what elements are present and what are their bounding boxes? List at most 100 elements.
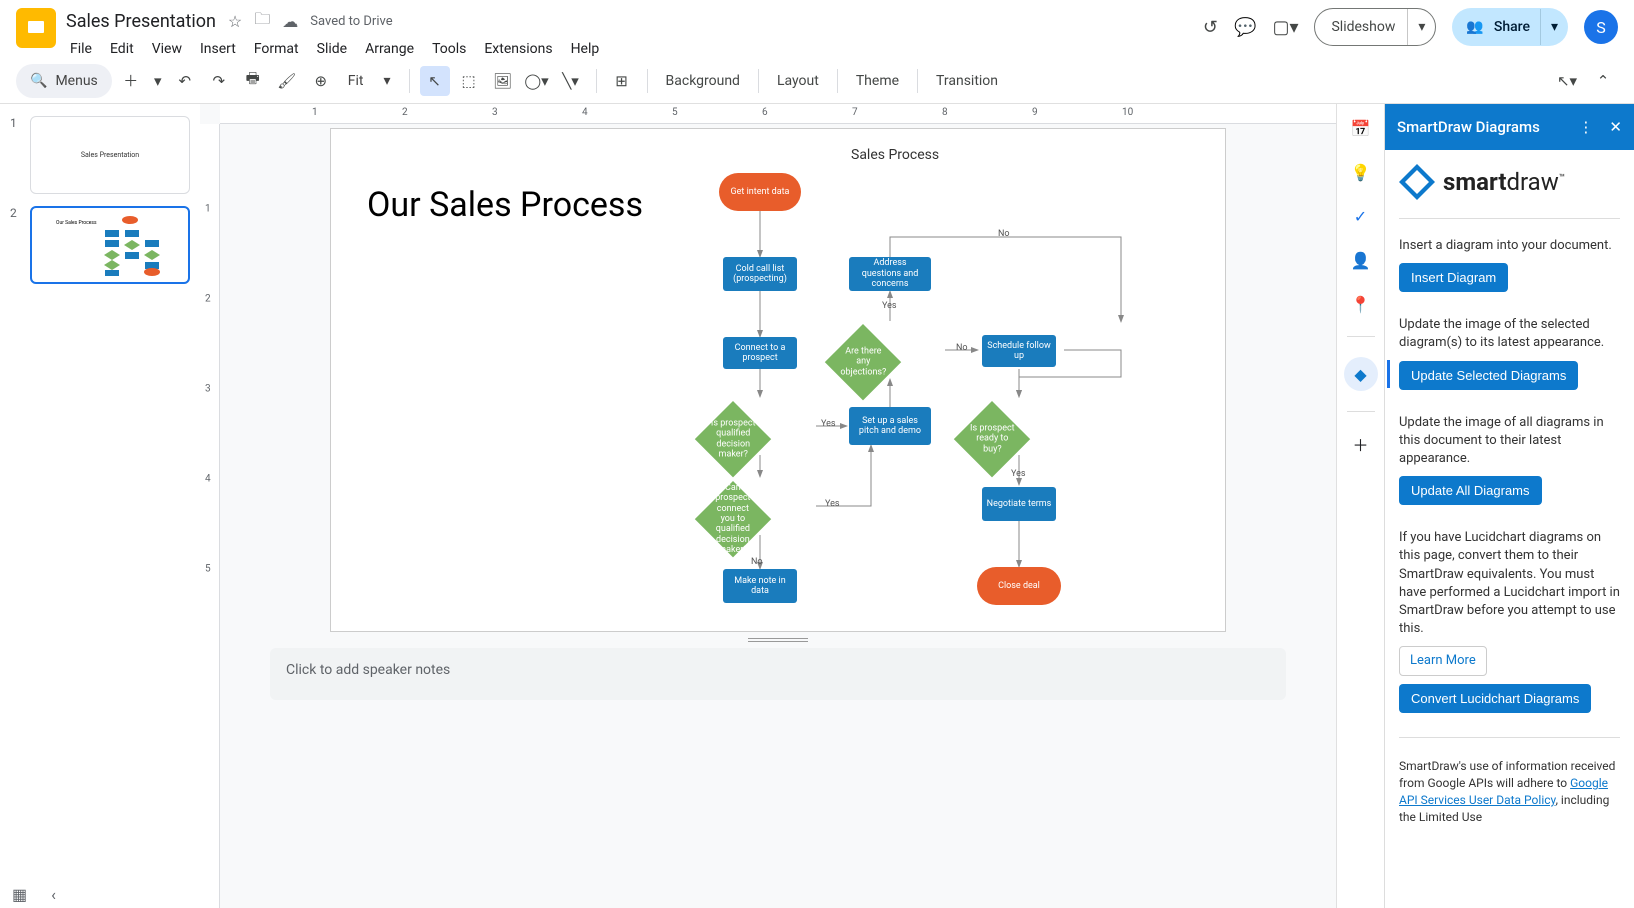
addon-close-icon[interactable]: ✕ [1609,118,1622,136]
smartdraw-addon-icon[interactable]: ◆ [1344,357,1378,391]
calendar-icon[interactable]: 📅 [1349,116,1373,140]
app-logo[interactable] [16,8,56,48]
shape-label: Is prospect qualified decision maker? [710,418,756,459]
tasks-icon[interactable]: ✓ [1349,204,1373,228]
shape-label: Get intent data [731,187,790,197]
ruler-tick: 9 [1032,107,1038,118]
menu-help[interactable]: Help [571,41,600,57]
slide-canvas[interactable]: Our Sales Process Sales Process [330,128,1226,632]
image-tool[interactable]: 🖼 [488,66,518,96]
slide-thumbnail: Our Sales Process [30,206,190,284]
menu-edit[interactable]: Edit [110,41,134,57]
shape-negotiate: Negotiate terms [982,487,1056,521]
move-icon[interactable]: 🗀 [254,8,270,35]
slide-heading[interactable]: Our Sales Process [367,185,643,225]
addon-footnote: SmartDraw's use of information received … [1399,758,1620,825]
paint-format-button[interactable]: 🖌 [272,66,302,96]
comment-add-icon[interactable]: ⊞ [607,66,637,96]
search-icon: 🔍 [30,73,47,89]
print-button[interactable]: 🖶 [238,66,268,96]
logo-rest: draw [1506,168,1558,196]
account-avatar[interactable]: S [1584,10,1618,44]
update-selected-button[interactable]: Update Selected Diagrams [1399,361,1578,390]
menu-insert[interactable]: Insert [200,41,236,57]
menus-search-label: Menus [55,73,97,89]
addon-section-update-selected: Update the image of the selected diagram… [1399,316,1620,389]
collapse-icon[interactable]: ‹ [51,885,56,904]
ruler-tick: 5 [672,107,678,118]
learn-more-link[interactable]: Learn More [1399,646,1487,676]
shape-close-deal: Close deal [977,567,1061,605]
shape-follow-up: Schedule follow up [982,335,1056,367]
addon-section-convert: If you have Lucidchart diagrams on this … [1399,529,1620,713]
label-no: No [751,557,763,567]
ruler-tick: 4 [582,107,588,118]
pointer-mode-icon[interactable]: ↖▾ [1552,66,1582,96]
grid-view-icon[interactable]: ▦ [12,885,27,904]
notes-resize-handle[interactable] [748,638,808,642]
addon-menu-icon[interactable]: ⋮ [1578,118,1593,136]
transition-button[interactable]: Transition [928,73,1006,89]
menu-tools[interactable]: Tools [432,41,466,57]
select-tool[interactable]: ↖ [420,66,450,96]
update-all-button[interactable]: Update All Diagrams [1399,476,1542,505]
menus-search[interactable]: 🔍 Menus [16,64,112,98]
menu-extensions[interactable]: Extensions [484,41,552,57]
share-dropdown-icon[interactable]: ▾ [1540,9,1568,45]
redo-button[interactable]: ↷ [204,66,234,96]
shape-label: Cold call list (prospecting) [727,264,793,285]
separator [409,69,410,93]
ruler-tick: 10 [1122,107,1133,118]
menu-format[interactable]: Format [254,41,299,57]
shape-ready-to-buy: Is prospect ready to buy? [954,401,1030,477]
convert-lucidchart-button[interactable]: Convert Lucidchart Diagrams [1399,684,1591,713]
shape-label: Close deal [998,581,1040,591]
line-tool[interactable]: ╲▾ [556,66,586,96]
maps-icon[interactable]: 📍 [1349,292,1373,316]
save-status[interactable]: Saved to Drive [310,14,392,29]
new-slide-dropdown-icon[interactable]: ▾ [150,66,166,96]
history-icon[interactable]: ↺ [1203,17,1218,38]
shape-make-note: Make note in data [723,569,797,603]
slideshow-button[interactable]: Slideshow ▾ [1314,8,1436,46]
slides-icon [23,11,49,45]
smartdraw-logo: smartdraw™ [1399,164,1620,200]
new-slide-button[interactable]: ＋ [116,66,146,96]
menu-view[interactable]: View [152,41,182,57]
keep-icon[interactable]: 💡 [1349,160,1373,184]
insert-diagram-button[interactable]: Insert Diagram [1399,263,1508,292]
title-block: Sales Presentation ☆ 🗀 ☁ Saved to Drive … [66,8,1203,57]
canvas-area[interactable]: Our Sales Process Sales Process [200,124,1336,908]
shape-tool[interactable]: ◯▾ [522,66,552,96]
zoom-tool-icon[interactable]: ⊕ [306,66,336,96]
zoom-select[interactable]: Fit ▾ [340,73,399,89]
filmstrip-slide-2[interactable]: 2 Our Sales Process [10,206,190,284]
menu-arrange[interactable]: Arrange [365,41,414,57]
get-addons-icon[interactable]: ＋ [1349,432,1373,456]
separator [596,69,597,93]
cloud-saved-icon[interactable]: ☁ [282,12,298,31]
star-icon[interactable]: ☆ [228,12,242,31]
menu-file[interactable]: File [70,41,92,57]
meet-icon[interactable]: ▢▾ [1272,17,1298,38]
speaker-notes[interactable]: Click to add speaker notes [270,648,1286,700]
shape-can-connect: Can prospect connect you to qualified de… [695,481,771,557]
slideshow-dropdown-icon[interactable]: ▾ [1407,9,1435,45]
app-header: Sales Presentation ☆ 🗀 ☁ Saved to Drive … [0,0,1634,58]
undo-button[interactable]: ↶ [170,66,200,96]
separator [1347,411,1375,412]
shape-connect: Connect to a prospect [723,337,797,369]
layout-button[interactable]: Layout [769,73,827,89]
label-yes: Yes [821,419,836,429]
background-button[interactable]: Background [658,73,748,89]
theme-button[interactable]: Theme [848,73,907,89]
textbox-tool[interactable]: ⬚ [454,66,484,96]
comments-icon[interactable]: 💬 [1234,17,1256,38]
hide-menus-icon[interactable]: ⌃ [1588,66,1618,96]
shape-label: Negotiate terms [987,499,1052,509]
document-title[interactable]: Sales Presentation [66,11,216,32]
share-button[interactable]: 👥 Share ▾ [1452,8,1568,46]
filmstrip-slide-1[interactable]: 1 Sales Presentation [10,116,190,194]
contacts-icon[interactable]: 👤 [1349,248,1373,272]
menu-slide[interactable]: Slide [317,41,347,57]
